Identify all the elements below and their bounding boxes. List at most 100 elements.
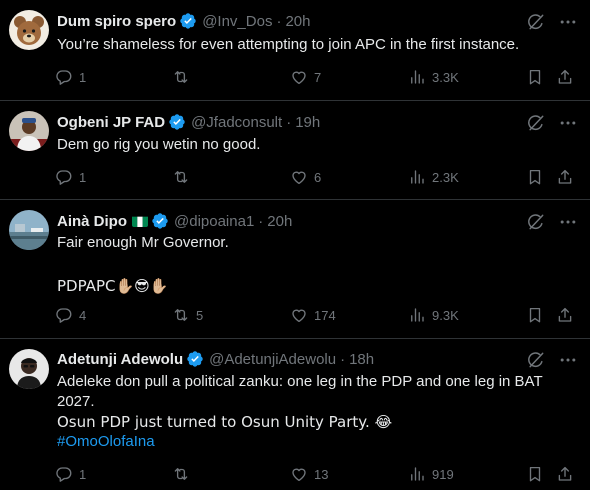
grok-icon[interactable] — [526, 212, 546, 232]
tweet[interactable]: Dum spiro spero @Inv_Dos · 20h You’re sh… — [0, 0, 590, 101]
action-bar: 4 5 174 9.3K — [55, 305, 580, 325]
views-icon — [408, 465, 426, 483]
view-count: 9.3K — [432, 307, 459, 323]
person-avatar[interactable] — [9, 111, 49, 151]
bookmark-button[interactable] — [526, 167, 544, 187]
share-button[interactable] — [556, 464, 574, 484]
like-count: 6 — [314, 169, 322, 185]
tweet[interactable]: Adetunji Adewolu @AdetunjiAdewolu · 18h … — [0, 339, 590, 490]
bookmark-icon — [526, 306, 544, 324]
display-name[interactable]: Adetunji Adewolu — [57, 351, 183, 368]
share-icon — [556, 306, 574, 324]
action-bar: 1 6 2.3K — [55, 167, 580, 187]
portrait-avatar[interactable] — [9, 349, 49, 389]
separator: · — [340, 350, 346, 368]
repost-button[interactable] — [172, 464, 196, 484]
bookmark-icon — [526, 168, 544, 186]
user-handle[interactable]: @Inv_Dos — [202, 13, 272, 30]
user-handle[interactable]: @AdetunjiAdewolu — [209, 351, 336, 368]
share-button[interactable] — [556, 167, 574, 187]
bookmark-button[interactable] — [526, 67, 544, 87]
grok-icon[interactable] — [526, 350, 546, 370]
grok-icon[interactable] — [526, 12, 546, 32]
landscape-avatar[interactable] — [9, 210, 49, 250]
tweet-line — [57, 253, 572, 273]
tweet-line: Dem go rig you wetin no good. — [57, 136, 261, 153]
reply-button[interactable]: 1 — [55, 67, 86, 87]
like-icon — [290, 68, 308, 86]
repost-icon — [172, 68, 190, 86]
tweet-line: Osun PDP just turned to Osun Unity Party… — [57, 413, 393, 431]
reply-button[interactable]: 4 — [55, 305, 86, 325]
share-icon — [556, 68, 574, 86]
bookmark-icon — [526, 465, 544, 483]
like-button[interactable]: 6 — [290, 167, 321, 187]
reply-icon — [55, 465, 73, 483]
verified-badge-icon — [168, 113, 186, 131]
reply-count: 1 — [79, 466, 87, 482]
tweet-line: Adeleke don pull a political zanku: one … — [57, 373, 543, 390]
views-button[interactable]: 9.3K — [408, 305, 459, 325]
tweet-text: Fair enough Mr Governor. PDPAPC✋🏼😎✋🏼 — [57, 233, 572, 296]
like-icon — [290, 168, 308, 186]
more-options-icon[interactable] — [558, 12, 578, 32]
grok-icon[interactable] — [526, 113, 546, 133]
reply-button[interactable]: 1 — [55, 167, 86, 187]
view-count: 3.3K — [432, 69, 459, 85]
more-options-icon[interactable] — [558, 113, 578, 133]
repost-count: 5 — [196, 307, 204, 323]
user-handle[interactable]: @Jfadconsult — [191, 114, 282, 131]
tweet-line: You’re shameless for even attempting to … — [57, 36, 520, 53]
separator: · — [286, 113, 292, 131]
more-options-icon[interactable] — [558, 212, 578, 232]
like-button[interactable]: 13 — [290, 464, 328, 484]
repost-icon — [172, 306, 190, 324]
tweet-text: You’re shameless for even attempting to … — [57, 35, 572, 55]
views-icon — [408, 68, 426, 86]
views-button[interactable]: 3.3K — [408, 67, 459, 87]
tweet-text: Dem go rig you wetin no good. — [57, 135, 572, 155]
bookmark-button[interactable] — [526, 305, 544, 325]
views-button[interactable]: 2.3K — [408, 167, 459, 187]
repost-button[interactable] — [172, 167, 196, 187]
like-icon — [290, 465, 308, 483]
share-button[interactable] — [556, 305, 574, 325]
bookmark-icon — [526, 68, 544, 86]
reply-count: 1 — [79, 69, 87, 85]
display-name[interactable]: Ogbeni JP FAD — [57, 114, 165, 131]
tweet[interactable]: Ogbeni JP FAD @Jfadconsult · 19h Dem go … — [0, 101, 590, 200]
display-name[interactable]: Ainà Dipo — [57, 213, 127, 230]
display-name[interactable]: Dum spiro spero — [57, 13, 176, 30]
action-bar: 1 13 919 — [55, 464, 580, 484]
repost-button[interactable]: 5 — [172, 305, 203, 325]
reply-button[interactable]: 1 — [55, 464, 86, 484]
teddy-bear-avatar[interactable] — [9, 10, 49, 50]
tweet[interactable]: Ainà Dipo @dipoaina1 · 20h Fair enough M… — [0, 200, 590, 339]
share-button[interactable] — [556, 67, 574, 87]
separator: · — [276, 12, 282, 30]
views-icon — [408, 168, 426, 186]
user-handle[interactable]: @dipoaina1 — [174, 213, 254, 230]
like-button[interactable]: 174 — [290, 305, 336, 325]
like-icon — [290, 306, 308, 324]
tweet-line: Fair enough Mr Governor. — [57, 234, 229, 251]
tweet-text: Adeleke don pull a political zanku: one … — [57, 372, 572, 452]
more-options-icon[interactable] — [558, 350, 578, 370]
timestamp[interactable]: 19h — [295, 114, 320, 131]
views-button[interactable]: 919 — [408, 464, 454, 484]
repost-button[interactable] — [172, 67, 196, 87]
timestamp[interactable]: 20h — [285, 13, 310, 30]
verified-badge-icon — [186, 350, 204, 368]
verified-badge-icon — [179, 12, 197, 30]
like-count: 174 — [314, 307, 336, 323]
like-button[interactable]: 7 — [290, 67, 321, 87]
tweet-line: 2027. — [57, 393, 95, 410]
view-count: 2.3K — [432, 169, 459, 185]
reply-icon — [55, 306, 73, 324]
verified-badge-icon — [151, 212, 169, 230]
timestamp[interactable]: 18h — [349, 351, 374, 368]
hashtag-link[interactable]: #OmoOlofaIna — [57, 433, 155, 450]
timestamp[interactable]: 20h — [267, 213, 292, 230]
bookmark-button[interactable] — [526, 464, 544, 484]
like-count: 13 — [314, 466, 329, 482]
